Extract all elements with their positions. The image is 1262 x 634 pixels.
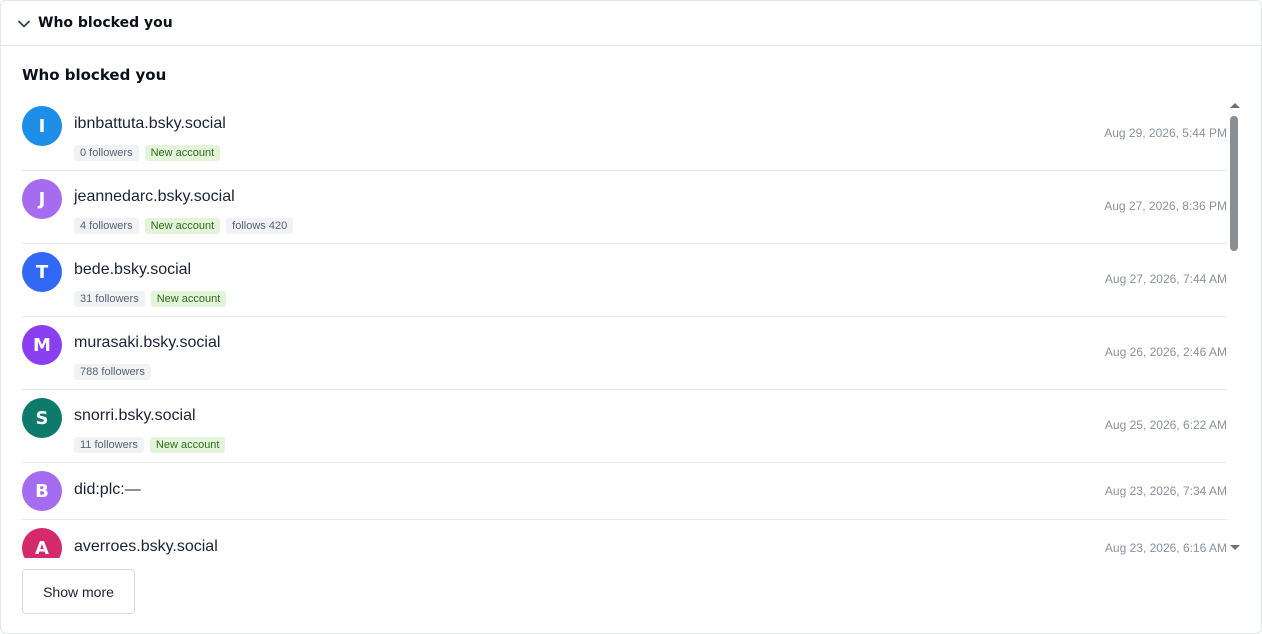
list-item[interactable]: Ssnorri.bsky.social 11 followers New accou…: [22, 390, 1227, 463]
avatar[interactable]: I: [22, 106, 62, 146]
user-handle-link[interactable]: averroes.bsky.social: [74, 538, 218, 556]
block-timestamp: Aug 27, 2026, 8:36 PM: [1104, 199, 1227, 213]
list-item[interactable]: Bdid:plc:— Aug 23, 2026, 7:34 AM: [22, 463, 1227, 520]
who-blocked-you-panel: Who blocked you Who blocked you Iibnbatt…: [0, 0, 1262, 634]
panel-header-toggle[interactable]: Who blocked you: [1, 1, 1261, 46]
badge-group: 31 followers New account: [74, 291, 227, 307]
count-badge: 788 followers: [74, 364, 151, 380]
user-handle-link[interactable]: murasaki.bsky.social: [74, 334, 220, 352]
badge-group: 11 followers New account: [74, 437, 226, 453]
block-timestamp: Aug 29, 2026, 5:44 PM: [1104, 126, 1227, 140]
badge-group: 4 followers New account follows 420: [74, 218, 294, 234]
avatar[interactable]: B: [22, 471, 62, 511]
list-item[interactable]: Aaverroes.bsky.social Aug 23, 2026, 6:16 …: [22, 520, 1227, 558]
list-item[interactable]: Mmurasaki.bsky.social 788 followers Aug 26…: [22, 317, 1227, 390]
user-handle-link[interactable]: snorri.bsky.social: [74, 407, 196, 425]
chevron-down-icon: [18, 20, 30, 28]
list-item[interactable]: Tbede.bsky.social 31 followers New account…: [22, 244, 1227, 317]
block-timestamp: Aug 25, 2026, 6:22 AM: [1104, 418, 1227, 432]
badge-group: 788 followers: [74, 364, 151, 380]
scroll-down-arrow-icon[interactable]: [1230, 545, 1240, 550]
blockers-list: Iibnbattuta.bsky.social 0 followers New ac…: [22, 98, 1227, 558]
avatar[interactable]: J: [22, 179, 62, 219]
avatar[interactable]: A: [22, 528, 62, 558]
badge-group: 0 followers New account: [74, 145, 221, 161]
user-handle-link[interactable]: ibnbattuta.bsky.social: [74, 115, 226, 133]
count-badge: 11 followers: [74, 437, 144, 453]
panel-header-title: Who blocked you: [38, 15, 173, 31]
user-handle-link[interactable]: jeannedarc.bsky.social: [74, 188, 235, 206]
block-timestamp: Aug 23, 2026, 6:16 AM: [1104, 541, 1227, 555]
user-handle-link[interactable]: bede.bsky.social: [74, 261, 191, 279]
count-badge: 31 followers: [74, 291, 145, 307]
scrollbar-thumb[interactable]: [1230, 116, 1238, 251]
block-timestamp: Aug 26, 2026, 2:46 AM: [1104, 345, 1227, 359]
block-timestamp: Aug 23, 2026, 7:34 AM: [1104, 484, 1227, 498]
blockers-list-viewport[interactable]: Iibnbattuta.bsky.social 0 followers New ac…: [22, 98, 1242, 558]
avatar[interactable]: M: [22, 325, 62, 365]
block-timestamp: Aug 27, 2026, 7:44 AM: [1104, 272, 1227, 286]
show-more-button[interactable]: Show more: [22, 569, 135, 614]
new-account-badge: New account: [149, 437, 226, 453]
scroll-up-arrow-icon[interactable]: [1230, 103, 1240, 108]
avatar[interactable]: T: [22, 252, 62, 292]
count-badge: 4 followers: [74, 218, 139, 234]
section-title: Who blocked you: [22, 66, 167, 84]
new-account-badge: New account: [144, 218, 221, 234]
list-item[interactable]: Iibnbattuta.bsky.social 0 followers New ac…: [22, 98, 1227, 171]
scrollbar[interactable]: [1228, 101, 1240, 553]
new-account-badge: New account: [150, 291, 227, 307]
user-handle-link[interactable]: did:plc:—: [74, 481, 141, 499]
count-badge: follows 420: [226, 218, 294, 234]
new-account-badge: New account: [144, 145, 221, 161]
count-badge: 0 followers: [74, 145, 139, 161]
list-item[interactable]: Jjeannedarc.bsky.social 4 followers New ac…: [22, 171, 1227, 244]
avatar[interactable]: S: [22, 398, 62, 438]
